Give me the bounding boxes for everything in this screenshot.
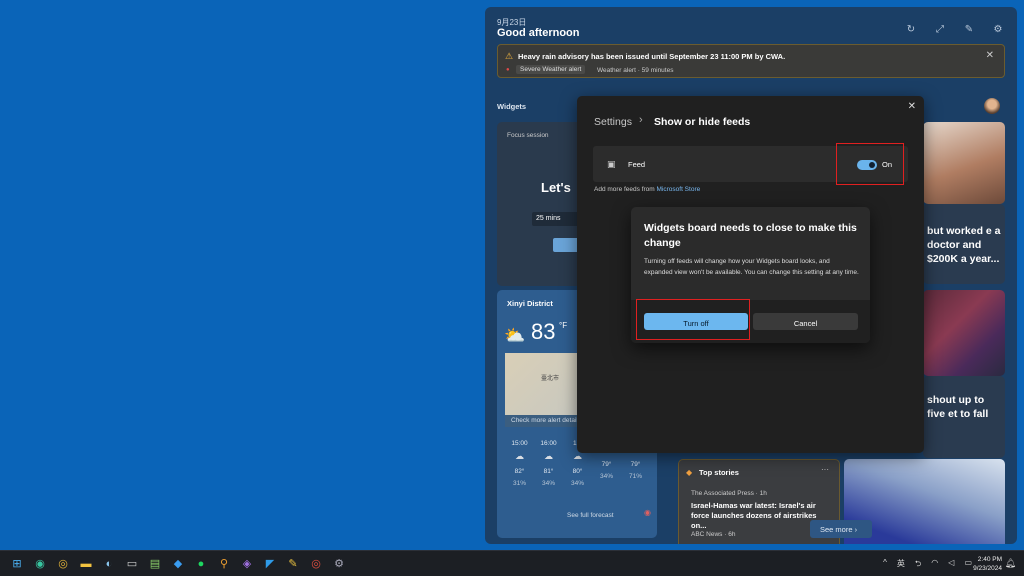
weather-unit: °F: [559, 321, 568, 330]
clock-date: 9/23/2024: [973, 565, 1002, 572]
hour-precip: 71%: [628, 473, 642, 480]
hour-temp: 82°: [514, 468, 525, 475]
alert-dot-icon: ●: [506, 67, 510, 73]
widgets-label: Widgets: [497, 102, 527, 111]
hour-temp: 81°: [543, 468, 554, 475]
docker-icon[interactable]: ◆: [169, 556, 187, 572]
hour-precip: 34%: [599, 473, 613, 480]
toggle-highlight-box: [836, 143, 904, 185]
hour-time: 15:00: [511, 440, 528, 447]
expand-icon[interactable]: ⤢: [935, 24, 945, 35]
cloud-icon: ☁: [544, 451, 553, 461]
story-source: The Associated Press · 1h: [691, 490, 767, 497]
dialog-title: Widgets board needs to close to make thi…: [644, 222, 857, 249]
alert-text: Heavy rain advisory has been issued unti…: [518, 52, 786, 61]
volume-icon[interactable]: ◁: [948, 558, 954, 572]
chrome-icon[interactable]: ◎: [54, 556, 72, 572]
edge-icon[interactable]: ◉: [31, 556, 49, 572]
chevron-right-icon: ›: [639, 114, 643, 126]
news-headline: shout up to five et to fall: [927, 394, 989, 420]
see-full-forecast-link[interactable]: See full forecast: [567, 512, 614, 519]
spotify-icon[interactable]: ●: [192, 556, 210, 572]
notepad-icon[interactable]: ▤: [146, 556, 164, 572]
hour-item: 16:00 ☁ 81° 34%: [534, 440, 563, 487]
weather-location[interactable]: Xinyi District: [507, 299, 553, 308]
taskbar: ⊞ ◉ ◎ ▬ ◐ ▭ ▤ ◆ ● ⚲ ◈ ◤ ✎ ◎ ⚙ ^ 英 ⮌ ◠ ◁ …: [0, 550, 1024, 576]
weather-alert-banner[interactable]: ⚠ Heavy rain advisory has been issued un…: [497, 44, 1005, 78]
turn-off-highlight-box: [636, 299, 750, 340]
terminal-icon[interactable]: ▭: [123, 556, 141, 572]
story-source: ABC News · 6h: [691, 531, 736, 538]
news-card[interactable]: but worked e a doctor and $200K a year..…: [923, 204, 1005, 284]
ime-mode-icon[interactable]: ⮌: [915, 558, 921, 572]
search-tool-icon[interactable]: ⚲: [215, 556, 233, 572]
avatar[interactable]: [984, 98, 1000, 114]
hour-temp: 80°: [572, 468, 583, 475]
breadcrumb-settings[interactable]: Settings: [594, 116, 632, 128]
news-card[interactable]: shout up to five et to fall: [923, 376, 1005, 458]
alert-badge: Severe Weather alert: [516, 65, 586, 74]
top-stories-title: Top stories: [699, 468, 739, 477]
notification-bell-icon[interactable]: 🔔︎: [1005, 558, 1016, 569]
pin-icon[interactable]: ✎: [964, 24, 974, 35]
more-options-icon[interactable]: ···: [821, 465, 829, 474]
see-more-label: See more: [820, 525, 853, 534]
close-icon[interactable]: ✕: [908, 101, 916, 112]
system-tray: ^ 英 ⮌ ◠ ◁ ▭: [883, 558, 972, 572]
ime-indicator[interactable]: 英: [897, 558, 905, 572]
focus-label: Focus session: [507, 132, 549, 139]
focus-duration[interactable]: 25 mins: [532, 212, 582, 226]
clock-time: 2:40 PM: [977, 556, 1002, 563]
wifi-icon[interactable]: ◠: [931, 558, 938, 572]
dialog-body: Turning off feeds will change how your W…: [644, 258, 859, 276]
microsoft-store-link[interactable]: Microsoft Store: [657, 186, 701, 193]
hour-temp: 79°: [601, 461, 612, 468]
news-headline: but worked e a doctor and $200K a year..…: [927, 225, 1001, 265]
news-icon: ◆: [686, 468, 693, 477]
windows-start-icon[interactable]: ⊞: [8, 556, 26, 572]
news-image[interactable]: [923, 290, 1005, 376]
hour-item: 15:00 ☁ 82° 31%: [505, 440, 534, 487]
weather-temp: 83: [531, 319, 556, 344]
focus-headline: Let's: [541, 180, 571, 195]
hour-precip: 31%: [512, 480, 526, 487]
board-greeting: Good afternoon: [497, 27, 580, 39]
tray-overflow-icon[interactable]: ^: [883, 558, 887, 572]
settings-icon[interactable]: ⚙: [330, 556, 348, 572]
partly-cloudy-icon: ⛅: [504, 326, 526, 345]
gear-icon[interactable]: ⚙: [993, 24, 1003, 35]
file-explorer-icon[interactable]: ▬: [77, 556, 95, 572]
vscode-icon[interactable]: ◤: [261, 556, 279, 572]
chrome-dev-icon[interactable]: ◎: [307, 556, 325, 572]
hour-precip: 34%: [541, 480, 555, 487]
clock[interactable]: 2:40 PM 9/23/2024: [973, 555, 1002, 573]
cloud-icon: ☁: [515, 451, 524, 461]
store-prefix: Add more feeds from: [594, 186, 655, 193]
alert-sub: Weather alert · 59 minutes: [597, 67, 674, 74]
feed-label: Feed: [628, 160, 646, 169]
cancel-button[interactable]: Cancel: [753, 313, 858, 330]
record-icon[interactable]: ◉: [644, 508, 651, 517]
hour-precip: 34%: [570, 480, 584, 487]
alert-close-icon[interactable]: ✕: [986, 50, 994, 61]
app-icon[interactable]: ◐: [100, 556, 118, 572]
refresh-icon[interactable]: ↻: [906, 24, 916, 35]
see-more-button[interactable]: See more ›: [810, 520, 872, 538]
news-image[interactable]: [923, 122, 1005, 204]
visual-studio-icon[interactable]: ◈: [238, 556, 256, 572]
warning-icon: ⚠: [505, 51, 514, 61]
store-hint: Add more feeds from Microsoft Store: [594, 186, 700, 193]
page-title: Show or hide feeds: [654, 116, 751, 128]
feed-icon: ▣: [607, 159, 616, 169]
hour-time: 16:00: [540, 440, 557, 447]
paint-icon[interactable]: ✎: [284, 556, 302, 572]
battery-icon[interactable]: ▭: [964, 558, 972, 572]
map-city-label: 臺北市: [541, 376, 560, 382]
hour-temp: 79°: [630, 461, 641, 468]
